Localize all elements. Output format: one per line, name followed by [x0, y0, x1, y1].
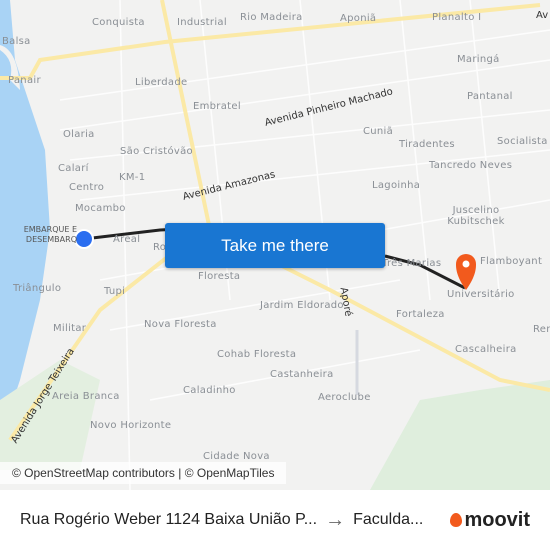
label-cunia: Cuniã	[363, 126, 394, 137]
label-caladinho: Caladinho	[183, 385, 236, 396]
road-av-top: Av	[536, 10, 549, 21]
label-lagoinha: Lagoinha	[372, 180, 421, 191]
label-panair: Panair	[8, 75, 41, 86]
label-nova-floresta: Nova Floresta	[144, 319, 217, 330]
moovit-logo: moovit	[450, 509, 530, 532]
label-industrial: Industrial	[177, 17, 227, 28]
label-balsa: Balsa	[2, 36, 31, 47]
label-areal: Areal	[113, 234, 141, 245]
label-aponia: Aponiã	[340, 13, 377, 24]
label-militar: Militar	[53, 323, 87, 334]
label-liberdade: Liberdade	[135, 77, 188, 88]
label-aeroclube: Aeroclube	[318, 392, 371, 403]
label-jardim-eldorado: Jardim Eldorado	[260, 300, 344, 311]
label-calari: Calarí	[58, 163, 89, 174]
label-embratel: Embratel	[193, 101, 241, 112]
label-km1: KM-1	[119, 172, 146, 183]
label-sao-cristovao: São Cristóvão	[120, 146, 193, 157]
label-pantanal: Pantanal	[467, 91, 513, 102]
label-tancredo-neves: Tancredo Neves	[429, 160, 513, 171]
label-tupi: Tupi	[104, 286, 126, 297]
label-maringa: Maringá	[457, 54, 500, 65]
label-rio-madeira: Rio Madeira	[240, 12, 303, 23]
origin-stop-label: EMBARQUE E DESEMBARQ	[23, 225, 77, 244]
label-juscelino-kubitschek: Juscelino Kubitschek	[447, 205, 505, 227]
origin-marker[interactable]	[74, 229, 94, 249]
map-attribution[interactable]: © OpenStreetMap contributors | © OpenMap…	[0, 462, 287, 484]
moovit-logo-icon	[450, 513, 463, 527]
map[interactable]: Conquista Industrial Rio Madeira Aponiã …	[0, 0, 550, 490]
label-olaria: Olaria	[63, 129, 95, 140]
destination-name: Faculda...	[353, 511, 424, 528]
label-ren: Ren	[533, 324, 550, 335]
label-centro: Centro	[69, 182, 105, 193]
label-tres-marias: Três Marias	[382, 258, 442, 269]
label-tiradentes: Tiradentes	[399, 139, 455, 150]
label-mocambo: Mocambo	[75, 203, 126, 214]
label-floresta: Floresta	[198, 271, 241, 282]
route-footer: Rua Rogério Weber 1124 Baixa União P... …	[0, 490, 550, 550]
moovit-brand: moovit	[464, 508, 530, 531]
label-areia-branca: Areia Branca	[52, 391, 120, 402]
label-flamboyant: Flamboyant	[480, 256, 543, 267]
label-cascalheira: Cascalheira	[455, 344, 517, 355]
origin-name: Rua Rogério Weber 1124 Baixa União P...	[20, 511, 318, 528]
label-conquista: Conquista	[92, 17, 145, 28]
label-triangulo: Triângulo	[13, 283, 62, 294]
take-me-there-button[interactable]: Take me there	[165, 223, 385, 268]
label-cidade-nova: Cidade Nova	[203, 451, 270, 462]
label-novo-horizonte: Novo Horizonte	[90, 420, 172, 431]
green-area	[370, 380, 550, 490]
label-fortaleza: Fortaleza	[396, 309, 445, 320]
label-universitario: Universitário	[447, 289, 515, 300]
label-socialista: Socialista	[497, 136, 548, 147]
label-cohab-floresta: Cohab Floresta	[217, 349, 297, 360]
label-planalto: Planalto I	[432, 12, 482, 23]
arrow-right-icon: →	[325, 508, 346, 531]
label-castanheira: Castanheira	[270, 369, 334, 380]
